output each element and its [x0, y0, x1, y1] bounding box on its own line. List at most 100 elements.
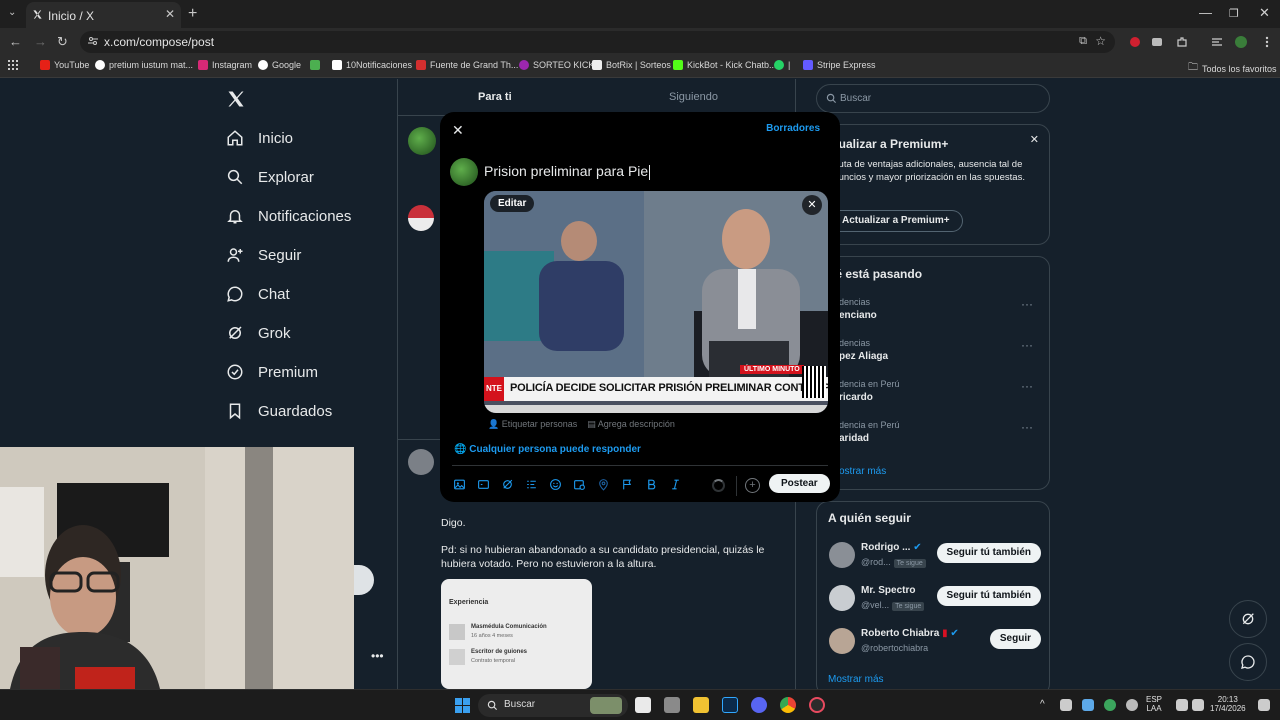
grok-fab-button[interactable] [1229, 600, 1267, 638]
address-bar[interactable]: x.com/compose/post ⧉ ☆ [80, 31, 1115, 53]
bookmark-kickbot[interactable]: KickBot - Kick Chatb... [673, 60, 777, 70]
chrome-icon[interactable] [780, 697, 796, 713]
schedule-icon[interactable] [573, 478, 586, 491]
close-window-button[interactable]: ✕ [1259, 5, 1270, 21]
avatar[interactable] [408, 205, 434, 231]
bookmark-pretium[interactable]: pretium iustum mat... [95, 60, 193, 70]
italic-icon[interactable] [669, 478, 682, 491]
chat-fab-button[interactable] [1229, 643, 1267, 681]
bookmark-google[interactable]: Google [258, 60, 301, 70]
trend-item[interactable]: dencias pez Aliaga [839, 338, 888, 362]
notifications-icon[interactable] [1258, 699, 1270, 711]
follow-suggestion[interactable]: Rodrigo ... ✔ @rod... Te sigue Seguir tú … [829, 540, 1041, 574]
extension-icon[interactable] [1150, 35, 1164, 49]
network-icon[interactable] [1176, 699, 1188, 711]
nav-item-explorar[interactable]: Explorar [226, 168, 314, 186]
app-icon[interactable] [664, 697, 680, 713]
gif-icon[interactable] [477, 478, 490, 491]
tray-app-icon[interactable] [1082, 699, 1094, 711]
windows-start-icon[interactable] [455, 698, 470, 713]
more-icon[interactable]: ··· [1021, 379, 1033, 393]
file-explorer-icon[interactable] [693, 697, 709, 713]
tray-app-icon[interactable] [1060, 699, 1072, 711]
bold-icon[interactable] [645, 478, 658, 491]
volume-icon[interactable] [1192, 699, 1204, 711]
follow-suggestion[interactable]: Mr. Spectro @vel... Te sigue Seguir tú ta… [829, 583, 1041, 617]
nav-item-grok[interactable]: Grok [226, 324, 291, 342]
language-indicator[interactable]: ESP LAA [1146, 695, 1162, 713]
tab-siguiendo[interactable]: Siguiendo [669, 91, 718, 103]
add-description-link[interactable]: ▤ Agrega descripción [587, 419, 675, 430]
account-more-icon[interactable]: ••• [371, 649, 384, 663]
bookmark-sorteo-kick[interactable]: SORTEO KICK [519, 60, 594, 70]
obs-icon[interactable] [809, 697, 825, 713]
post-image[interactable]: Experiencia Masmédula Comunicación 16 añ… [441, 579, 592, 689]
more-icon[interactable]: ··· [1021, 297, 1033, 311]
premium-button[interactable]: Actualizar a Premium+ [828, 210, 963, 232]
reply-settings[interactable]: 🌐 Cualquier persona puede responder [454, 444, 641, 455]
forward-button[interactable]: → [34, 34, 47, 49]
search-input[interactable]: Buscar [816, 84, 1050, 113]
bookmark-botrix[interactable]: BotRix | Sorteos [592, 60, 671, 70]
compose-textarea[interactable]: Prision preliminar para Pie [484, 163, 650, 180]
trend-item[interactable]: dencia en Perú ricardo [839, 379, 900, 403]
media-icon[interactable] [453, 478, 466, 491]
nav-item-premium[interactable]: Premium [226, 363, 318, 381]
tab-para-ti[interactable]: Para ti [478, 91, 512, 103]
add-post-icon[interactable]: + [745, 478, 760, 493]
nav-item-guardados[interactable]: Guardados [226, 402, 332, 420]
back-button[interactable]: ← [9, 34, 22, 49]
photoshop-icon[interactable] [722, 697, 738, 713]
show-more-link[interactable]: ostrar más [839, 466, 886, 477]
follow-button[interactable]: Seguir tú también [936, 586, 1041, 606]
media-preview[interactable]: Editar ✕ ÚLTIMO MINUTO POLICÍA DECIDE SO… [484, 191, 828, 413]
clock[interactable]: 20:13 17/4/2026 [1210, 695, 1246, 713]
chrome-menu-icon[interactable] [1260, 35, 1274, 49]
tray-chevron-icon[interactable]: ^ [1040, 699, 1045, 710]
reload-button[interactable]: ↻ [57, 34, 68, 50]
bookmark-whatsapp[interactable]: | [774, 60, 790, 70]
profile-avatar[interactable] [1234, 35, 1248, 49]
poll-icon[interactable] [525, 478, 538, 491]
nav-item-inicio[interactable]: Inicio [226, 129, 293, 147]
browser-tab[interactable]: Inicio / X ✕ [26, 2, 181, 28]
microphone-icon[interactable] [1126, 699, 1138, 711]
show-more-link[interactable]: Mostrar más [828, 674, 884, 685]
tray-app-icon[interactable] [1104, 699, 1116, 711]
follow-button[interactable]: Seguir [989, 629, 1041, 649]
nav-item-chat[interactable]: Chat [226, 285, 290, 303]
tab-groups-icon[interactable] [1210, 35, 1224, 49]
follow-button[interactable]: Seguir tú también [936, 543, 1041, 563]
follow-suggestion[interactable]: Roberto Chiabra ▮ ✔ @robertochiabra Segu… [829, 626, 1041, 660]
all-bookmarks[interactable]: 🗀 Todos los favoritos [1188, 60, 1277, 77]
remove-media-icon[interactable]: ✕ [802, 195, 822, 215]
new-tab-button[interactable]: + [188, 5, 197, 23]
bookmark-instagram[interactable]: Instagram [198, 60, 252, 70]
minimize-button[interactable]: — [1199, 5, 1212, 20]
apps-grid-icon[interactable] [8, 60, 18, 70]
trend-item[interactable]: dencia en Perú aridad [839, 420, 900, 444]
bookmark-sparkle[interactable] [310, 60, 320, 70]
bookmark-star-icon[interactable]: ☆ [1095, 34, 1106, 48]
tab-close-icon[interactable]: ✕ [165, 7, 175, 21]
video-progress-track[interactable] [484, 405, 828, 413]
task-view-icon[interactable] [635, 697, 651, 713]
bookmark-stripe[interactable]: Stripe Express [803, 60, 876, 70]
avatar[interactable] [408, 127, 436, 155]
tab-search-icon[interactable]: ⌄ [8, 7, 16, 18]
x-home-logo[interactable] [226, 89, 246, 109]
edit-media-button[interactable]: Editar [490, 195, 535, 212]
extension-red-icon[interactable] [1128, 35, 1142, 49]
site-info-icon[interactable] [88, 36, 98, 46]
close-compose-icon[interactable]: ✕ [452, 122, 464, 139]
emoji-icon[interactable] [549, 478, 562, 491]
location-icon[interactable] [597, 478, 610, 491]
avatar[interactable] [408, 449, 434, 475]
extensions-puzzle-icon[interactable] [1175, 35, 1189, 49]
more-icon[interactable]: ··· [1021, 338, 1033, 352]
taskbar-search[interactable]: Buscar [478, 694, 628, 717]
nav-item-notificaciones[interactable]: Notificaciones [226, 207, 351, 225]
more-icon[interactable]: ··· [1021, 420, 1033, 434]
bookmark-youtube[interactable]: YouTube [40, 60, 89, 70]
post-button[interactable]: Postear [769, 474, 830, 493]
